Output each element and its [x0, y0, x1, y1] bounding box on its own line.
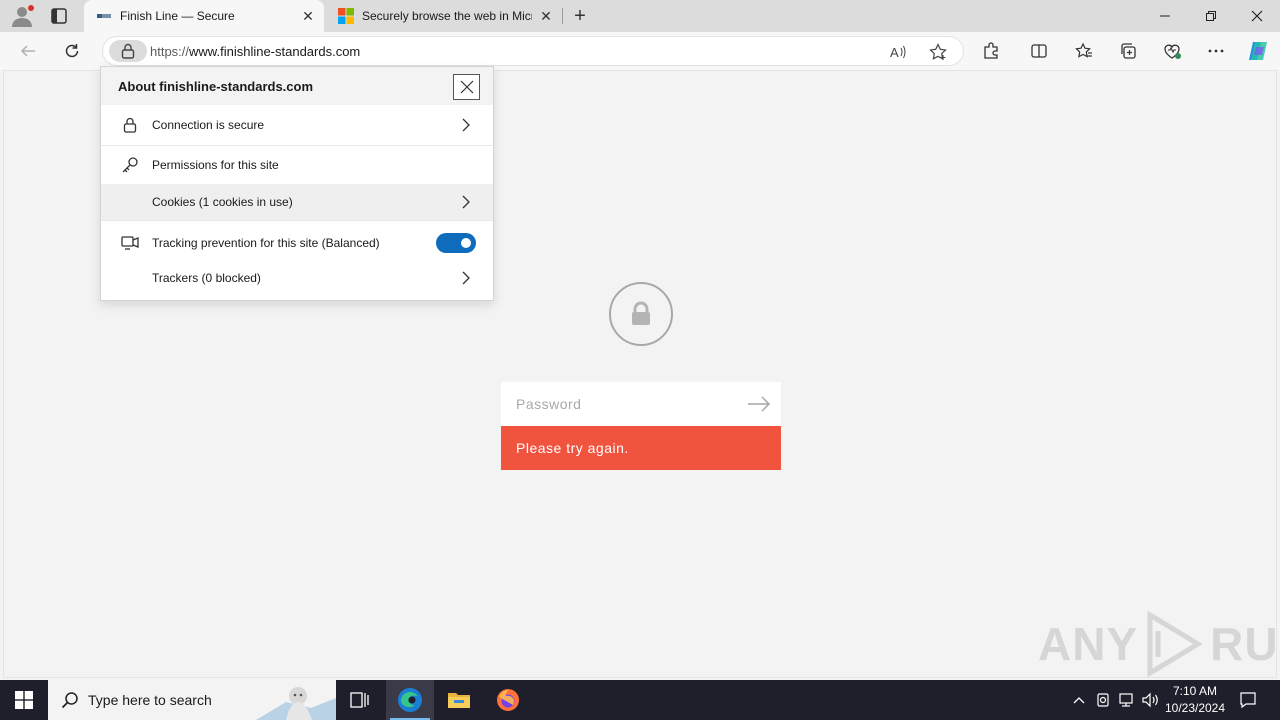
read-aloud-icon[interactable]: A: [889, 43, 907, 61]
close-icon: [460, 80, 473, 94]
taskbar-clock[interactable]: 7:10 AM 10/23/2024: [1160, 683, 1230, 717]
cookies-row[interactable]: Cookies (1 cookies in use): [101, 184, 493, 220]
site-favicon-icon: [96, 8, 112, 24]
url-text[interactable]: https://www.finishline-standards.com: [150, 44, 360, 59]
url-protocol: https://: [150, 44, 190, 59]
password-form: [501, 382, 781, 426]
close-window-button[interactable]: [1234, 0, 1280, 32]
refresh-icon[interactable]: [61, 40, 83, 62]
browser-toolbar: https://www.finishline-standards.com A: [0, 32, 1280, 70]
tab-title: Finish Line — Secure: [120, 9, 235, 23]
address-bar[interactable]: https://www.finishline-standards.com A: [102, 36, 964, 66]
task-view-button[interactable]: [336, 680, 384, 720]
volume-icon[interactable]: [1140, 680, 1162, 720]
task-view-icon: [350, 692, 369, 708]
favorite-star-icon[interactable]: [929, 43, 947, 61]
firefox-icon: [497, 689, 519, 711]
search-highlight-art-icon: [256, 687, 336, 720]
flyout-title: About finishline-standards.com: [118, 79, 314, 94]
windows-taskbar: Type here to search 7:10 AM 10/23/2024: [0, 680, 1280, 720]
padlock-icon: [609, 282, 673, 346]
minimize-button[interactable]: [1142, 0, 1188, 32]
new-tab-button[interactable]: +: [570, 6, 590, 26]
watermark-right-text: RUN: [1210, 618, 1280, 670]
notifications-icon[interactable]: [1236, 680, 1260, 720]
clock-date: 10/23/2024: [1164, 701, 1226, 715]
toggle-knob: [461, 238, 471, 248]
taskbar-edge-button[interactable]: [386, 680, 434, 720]
watermark-left-text: ANY: [1038, 618, 1139, 670]
clock-time: 7:10 AM: [1172, 684, 1218, 698]
tracking-prevention-toggle[interactable]: [436, 233, 476, 253]
trackers-row[interactable]: Trackers (0 blocked): [101, 265, 493, 291]
edge-icon: [398, 688, 422, 712]
site-info-button[interactable]: [109, 40, 147, 62]
close-tab-icon[interactable]: ✕: [300, 8, 316, 24]
browser-essentials-icon[interactable]: [1161, 40, 1183, 62]
trackers-label: Trackers (0 blocked): [152, 271, 261, 285]
lock-icon: [121, 43, 135, 59]
more-options-icon[interactable]: [1205, 40, 1227, 62]
flyout-header: About finishline-standards.com: [101, 67, 493, 105]
close-tab-icon[interactable]: ✕: [538, 8, 554, 24]
tab-strip: Finish Line — Secure ✕ Securely browse t…: [0, 0, 1280, 32]
restore-button[interactable]: [1188, 0, 1234, 32]
url-host: www.finishline-standards.com: [189, 44, 361, 59]
tracking-prevention-icon: [121, 234, 139, 252]
connection-label: Connection is secure: [152, 118, 265, 132]
back-arrow-icon[interactable]: [17, 40, 39, 62]
anyrun-watermark: ANY RUN: [1038, 609, 1280, 679]
connection-row[interactable]: Connection is secure: [101, 105, 493, 145]
notification-dot: [28, 5, 34, 11]
extensions-icon[interactable]: [980, 40, 1002, 62]
chevron-right-icon: [459, 195, 473, 209]
search-icon: [61, 692, 78, 709]
tab-microsoft-edge[interactable]: Securely browse the web in Microsoft Edg…: [326, 0, 562, 32]
tab-title: Securely browse the web in Microsoft Edg…: [362, 9, 532, 23]
windows-logo-icon: [15, 691, 33, 709]
chevron-right-icon: [459, 271, 473, 285]
permissions-row: Permissions for this site: [101, 146, 493, 184]
microsoft-logo-icon: [338, 8, 354, 24]
lock-icon: [121, 116, 139, 134]
tracking-row: Tracking prevention for this site (Balan…: [101, 221, 493, 265]
folder-icon: [448, 693, 470, 708]
start-button[interactable]: [0, 680, 48, 720]
tracking-label: Tracking prevention for this site (Balan…: [152, 236, 380, 250]
search-placeholder: Type here to search: [88, 692, 212, 708]
play-logo-icon: [1147, 611, 1203, 677]
submit-arrow-icon[interactable]: [747, 393, 771, 415]
chevron-right-icon: [459, 118, 473, 132]
svg-text:A: A: [890, 45, 899, 60]
network-icon[interactable]: [1116, 680, 1138, 720]
permissions-label: Permissions for this site: [152, 158, 279, 172]
copilot-icon[interactable]: [1246, 39, 1270, 63]
tray-device-icon[interactable]: [1092, 680, 1114, 720]
favorites-icon[interactable]: [1073, 40, 1095, 62]
password-input[interactable]: [501, 382, 741, 426]
tab-separator: [562, 8, 563, 24]
show-hidden-icons-chevron-icon[interactable]: [1068, 680, 1090, 720]
tab-actions-icon[interactable]: [50, 7, 68, 25]
taskbar-firefox-button[interactable]: [484, 680, 532, 720]
tab-finish-line[interactable]: Finish Line — Secure ✕: [84, 0, 324, 32]
key-icon: [121, 156, 139, 174]
error-message: Please try again.: [501, 426, 781, 470]
cookies-label: Cookies (1 cookies in use): [152, 195, 293, 209]
collections-icon[interactable]: [1117, 40, 1139, 62]
split-screen-icon[interactable]: [1028, 40, 1050, 62]
taskbar-search-box[interactable]: Type here to search: [48, 680, 336, 720]
site-info-flyout: About finishline-standards.com Connectio…: [100, 66, 494, 301]
taskbar-file-explorer-button[interactable]: [435, 680, 483, 720]
flyout-close-button[interactable]: [453, 74, 480, 100]
